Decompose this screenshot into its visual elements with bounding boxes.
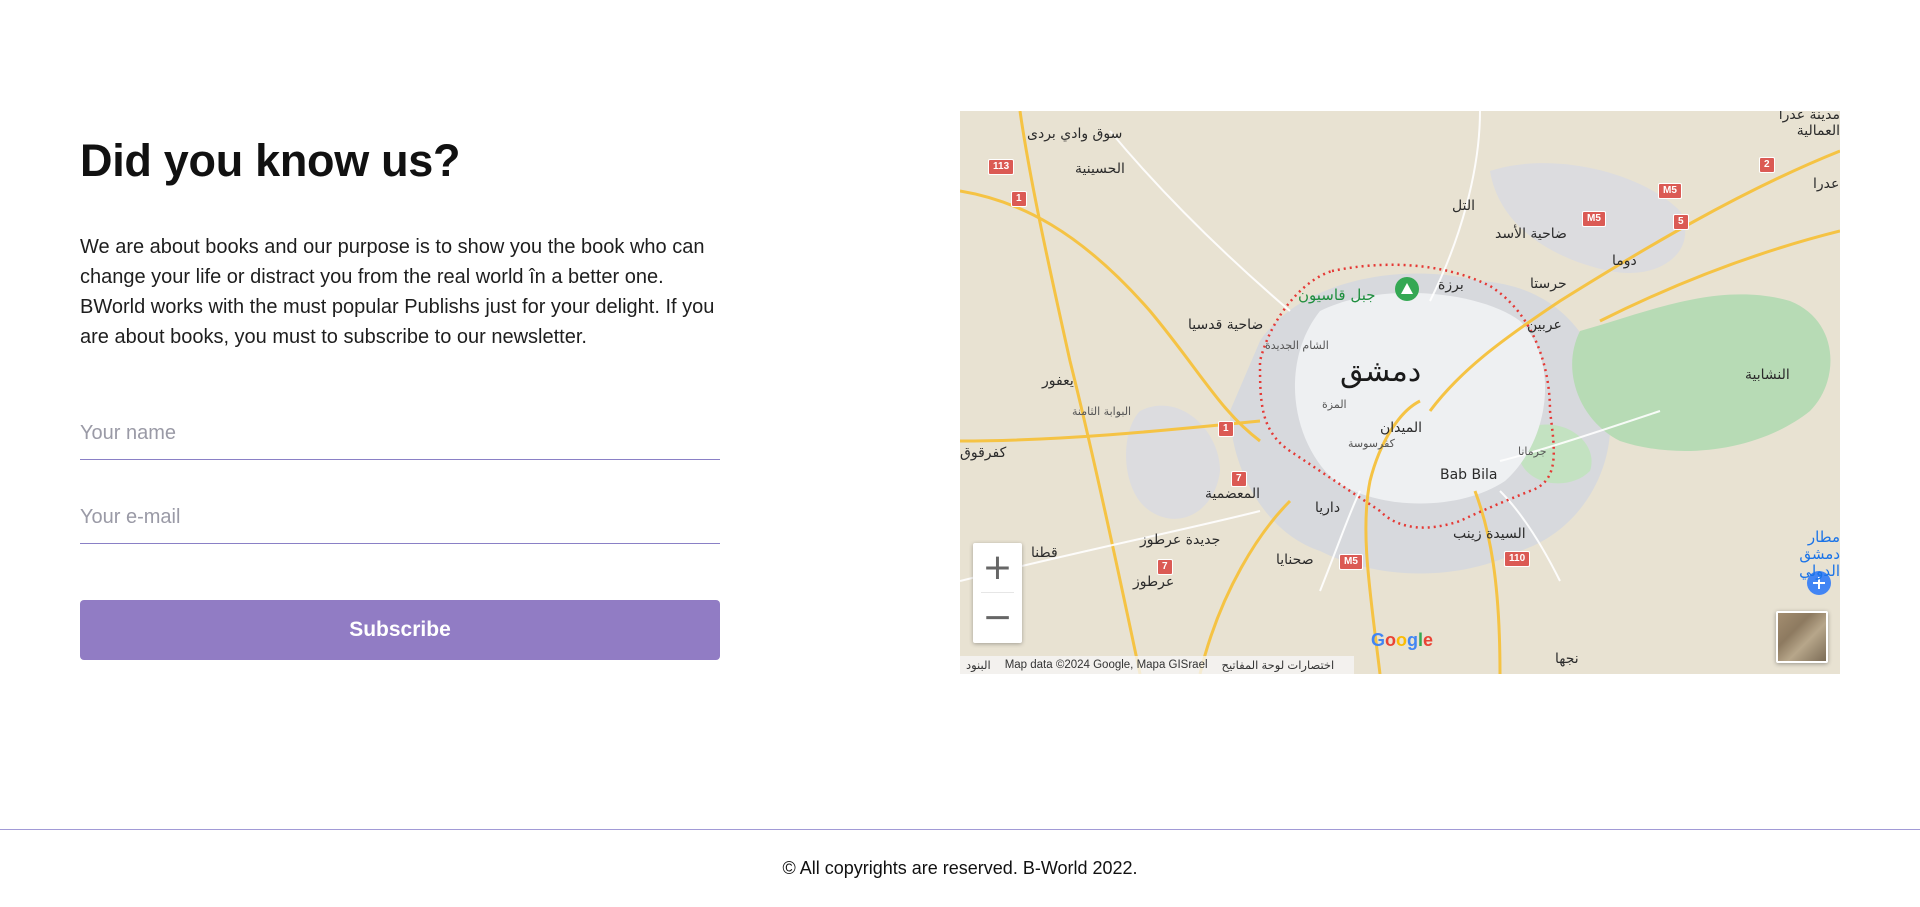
map-label: كفرسوسة [1348,437,1395,450]
map-label: داريا [1315,500,1341,516]
map-label: برزة [1438,277,1464,293]
road-shield: 2 [1759,157,1775,173]
road-shield: 5 [1673,214,1689,230]
map-label: عدرا [1813,176,1840,192]
google-logo-letter: o [1396,630,1408,650]
map-label: قطنا [1031,545,1058,561]
map-label: جرمانا [1518,445,1547,458]
google-logo-letter: e [1423,630,1434,650]
map-label: يعفور [1042,373,1074,389]
map-label-airport: مطار دمشق الدولي [1799,529,1840,580]
keyboard-shortcuts-link[interactable]: اختصارات لوحة المفاتيح [1222,658,1335,672]
map-label: كفرقوق [960,445,1007,461]
road-shield: 110 [1504,551,1531,567]
email-input[interactable] [80,506,720,544]
map-label: السيدة زينب [1453,526,1526,542]
about-description: We are about books and our purpose is to… [80,236,715,348]
zoom-out-button[interactable]: − [973,593,1022,642]
map-label: المزة [1322,398,1347,411]
road-shield: 113 [988,159,1015,175]
footer-copyright: © All copyrights are reserved. B-World 2… [782,858,1138,878]
map-label: الحسينية [1075,161,1125,177]
map-label: ضاحية الأسد [1495,226,1567,242]
map-label: التل [1452,198,1475,214]
map-label: المعضمية [1205,486,1260,502]
map-label: نجها [1555,651,1579,667]
zoom-in-button[interactable]: + [973,543,1022,592]
map-label: عربين [1527,317,1562,333]
map-label-city: دمشق [1340,354,1422,389]
google-logo-letter: G [1371,630,1386,650]
google-logo[interactable]: Google [1371,630,1433,651]
road-shield: M5 [1582,211,1606,227]
map-label: حرستا [1530,276,1567,292]
map-terms-link[interactable]: البنود [966,658,991,672]
satellite-layer-toggle[interactable] [1776,611,1828,663]
road-shield: 1 [1218,421,1234,437]
google-logo-letter: o [1385,630,1397,650]
map-label: دوما [1612,253,1637,269]
road-shield: 7 [1157,559,1173,575]
road-shield: M5 [1658,183,1682,199]
map-attribution: البنود Map data ©2024 Google, Mapa GISra… [960,656,1355,674]
map-label: صحنايا [1276,552,1314,568]
road-shield: 1 [1011,191,1027,207]
footer-divider [0,829,1920,830]
map-label: مدينة عدرا العمالية [1778,111,1840,139]
map-embed[interactable]: دمشق سوق وادي بردى الحسينية التل ضاحية ا… [960,111,1840,674]
map-label: سوق وادي بردى [1027,126,1123,142]
map-label: البوابة الثامنة [1072,405,1132,418]
map-label: عرطوز [1133,574,1175,590]
map-label: ضاحية قدسيا [1188,317,1264,333]
google-logo-letter: g [1407,630,1419,650]
map-label-park: جبل قاسيون [1298,286,1376,304]
name-input[interactable] [80,422,720,460]
subscribe-button[interactable]: Subscribe [80,600,720,660]
map-label: الميدان [1380,420,1422,436]
map-label: Bab Bila [1440,467,1498,483]
map-label: جديدة عرطوز [1140,532,1221,548]
map-label: النشابية [1745,367,1790,383]
map-canvas[interactable] [960,111,1840,674]
road-shield: 7 [1231,471,1247,487]
road-shield: M5 [1339,554,1363,570]
about-title: Did you know us? [80,135,461,186]
map-label: الشام الجديدة [1265,339,1329,352]
map-data-credit: Map data ©2024 Google, Mapa GISrael [1004,659,1208,671]
about-section: Did you know us? We are about books and … [80,130,720,660]
subscribe-form: Subscribe [80,422,720,660]
map-zoom-controls: + − [973,543,1022,643]
